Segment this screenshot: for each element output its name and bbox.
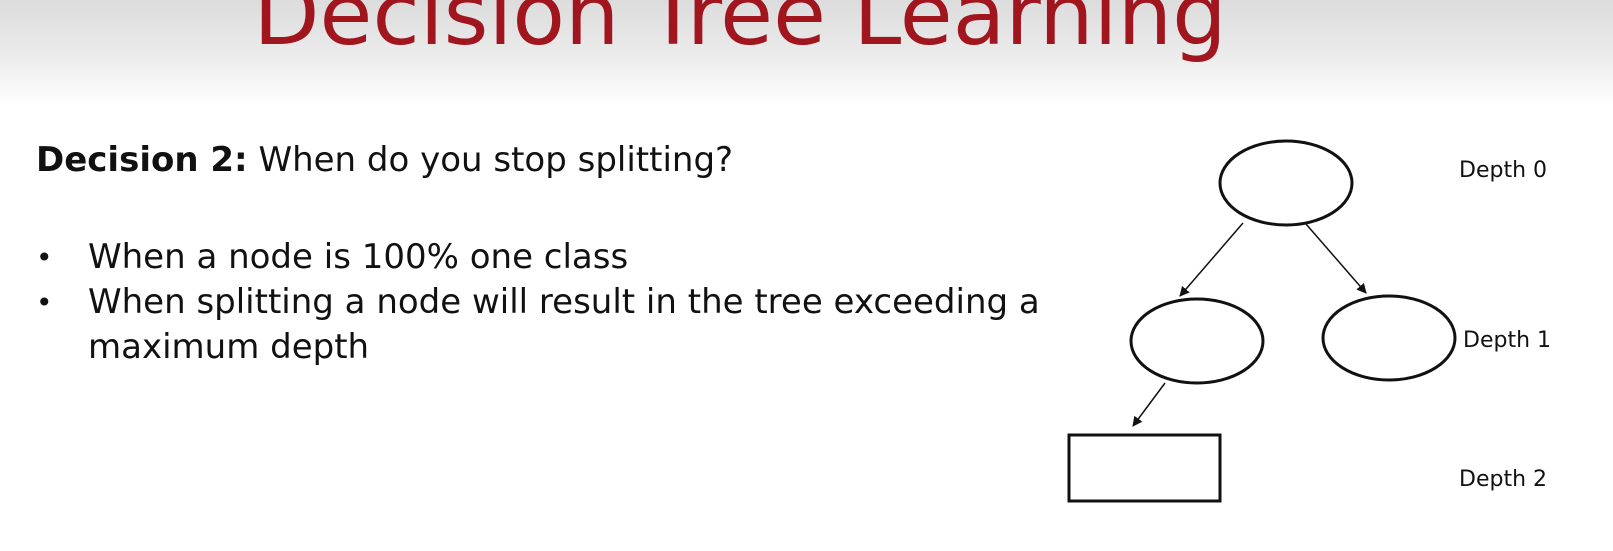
left-child-node — [1129, 297, 1265, 385]
depth-label-2: Depth 2 — [1459, 467, 1547, 492]
edge-root-left — [1179, 222, 1244, 297]
root-node — [1218, 139, 1354, 227]
depth-label-1: Depth 1 — [1463, 328, 1551, 353]
decision-tree-diagram — [1067, 139, 1457, 503]
edge-left-leaf — [1132, 382, 1166, 427]
right-child-node — [1321, 294, 1457, 382]
leaf-node — [1067, 433, 1222, 503]
edge-root-right — [1305, 223, 1367, 294]
depth-label-0: Depth 0 — [1459, 158, 1547, 183]
